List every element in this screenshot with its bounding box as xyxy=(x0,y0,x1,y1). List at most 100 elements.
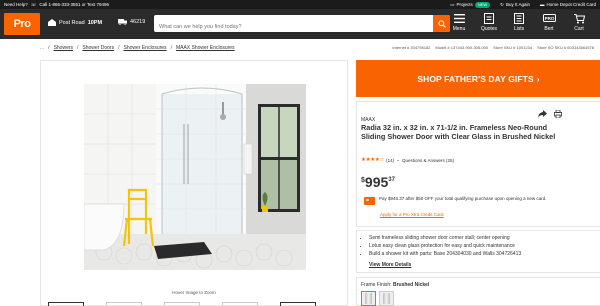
utility-bar: Need Help? ☏ Call 1-866-333-3551 or Text… xyxy=(0,0,600,9)
thumbnail-strip xyxy=(48,302,316,306)
pro-account-icon: PRO xyxy=(542,13,556,22)
finish-label-text: Frame Finish: xyxy=(361,282,392,288)
search-input[interactable] xyxy=(154,18,424,36)
menu-button[interactable]: Menu xyxy=(444,12,474,32)
finish-label: Frame Finish: Brushed Nickel xyxy=(361,282,429,288)
home-depot-pro-logo[interactable]: Pro xyxy=(4,13,40,35)
lists-label: Lists xyxy=(513,26,525,32)
review-count[interactable]: (14) xyxy=(386,158,394,163)
buy-again-link[interactable]: ↻ Buy It Again xyxy=(500,2,530,8)
header-nav: Menu Quotes Lists PRO Bert Cart xyxy=(444,12,594,32)
promo-label: SHOP FATHER'S DAY GIFTS xyxy=(417,73,534,84)
zoom-hint: Hover Image to Zoom xyxy=(172,290,216,295)
finish-swatch[interactable] xyxy=(379,291,394,306)
lists-button[interactable]: Lists xyxy=(504,12,534,32)
refresh-icon: ↻ xyxy=(500,1,504,7)
credit-offer: Pay $945.37 after $50 OFF your total qua… xyxy=(364,196,594,205)
store-selector[interactable]: Post Road 10PM xyxy=(48,19,102,26)
star-rating-icon[interactable]: ★★★★☆ xyxy=(361,157,384,163)
thumbnail[interactable] xyxy=(280,302,316,306)
text-number[interactable]: 79496 xyxy=(96,2,109,7)
delivery-zip[interactable]: 46219 xyxy=(118,19,145,25)
product-price: $ 995 37 xyxy=(361,175,395,190)
swatch-image xyxy=(383,293,390,304)
price-dollars: 995 xyxy=(364,174,389,190)
product-identifiers: Internet # 304798182 Model # 137443-900-… xyxy=(392,45,594,50)
need-help-text: Need Help? xyxy=(4,2,28,7)
cart-icon xyxy=(573,13,585,23)
thumbnail[interactable] xyxy=(106,302,142,306)
product-info-panel xyxy=(356,101,600,227)
quotes-icon xyxy=(484,13,494,24)
hamburger-icon xyxy=(453,14,465,23)
truck-icon xyxy=(118,19,127,25)
swatch-image xyxy=(365,293,372,304)
account-button[interactable]: PRO Bert xyxy=(534,12,564,32)
store-hours: 10PM xyxy=(87,19,103,26)
quotes-label: Quotes xyxy=(480,26,498,32)
folder-icon: ▭ xyxy=(450,1,455,7)
finish-value: Brushed Nickel xyxy=(392,282,430,288)
price-cents: 37 xyxy=(388,177,395,183)
product-image[interactable] xyxy=(84,84,306,270)
quotes-button[interactable]: Quotes xyxy=(474,12,504,32)
chevron-down-icon: ⌄ xyxy=(396,157,400,162)
breadcrumb-showers[interactable]: Showers xyxy=(54,45,73,51)
chevron-right-icon: › xyxy=(536,73,540,84)
store-icon xyxy=(48,19,56,26)
finish-swatch-brushed-nickel[interactable] xyxy=(361,291,376,306)
share-icon[interactable] xyxy=(538,110,547,118)
menu-label: Menu xyxy=(452,26,466,32)
site-header: Pro Post Road 10PM 46219 Menu Quotes Lis… xyxy=(0,9,600,39)
product-title: Radia 32 in. x 32 in. x 71-1/2 in. Frame… xyxy=(361,123,556,141)
zip-code: 46219 xyxy=(130,19,146,25)
svg-text:PRO: PRO xyxy=(544,15,554,20)
credit-card-label: Home Depot Credit Card xyxy=(546,2,596,7)
cart-button[interactable]: Cart xyxy=(564,12,594,32)
projects-label: Projects xyxy=(456,2,473,7)
search-bar xyxy=(154,15,450,36)
list-icon xyxy=(514,13,524,24)
store-sku: Store SKU # 1001234 xyxy=(493,45,533,50)
breadcrumb-separator: / xyxy=(118,45,120,51)
breadcrumb-ellipsis[interactable]: ... xyxy=(40,45,44,51)
breadcrumb-maax-enclosures[interactable]: MAAX Shower Enclosures xyxy=(176,45,235,51)
credit-card-icon xyxy=(364,197,375,205)
breadcrumb-shower-enclosures[interactable]: Shower Enclosures xyxy=(123,45,166,51)
breadcrumb: ... / Showers / Shower Doors / Shower En… xyxy=(40,45,235,51)
store-name: Post Road xyxy=(59,19,85,26)
credit-card-link[interactable]: ▬ Home Depot Credit Card xyxy=(540,2,596,7)
store-so-sku: Store SO SKU # 603143664578 xyxy=(537,45,594,50)
thumbnail[interactable] xyxy=(48,302,84,306)
buy-again-label: Buy It Again xyxy=(505,2,530,7)
phone-icon: ☏ xyxy=(30,1,37,7)
breadcrumb-separator: / xyxy=(48,45,50,51)
phone-number[interactable]: 1-866-333-3551 xyxy=(48,2,80,7)
projects-link[interactable]: ▭ Projects NEW xyxy=(450,1,491,8)
model-number: Model # 137443-900-305-000 xyxy=(435,45,489,50)
logo-text: Pro xyxy=(13,18,31,30)
breadcrumb-shower-doors[interactable]: Shower Doors xyxy=(82,45,114,51)
credit-offer-text: Pay $945.37 after $50 OFF your total qua… xyxy=(379,196,547,201)
highlight-item: Build a shower kit with parts: Base 2043… xyxy=(369,251,521,259)
view-more-details-link[interactable]: View More Details xyxy=(369,262,411,268)
cart-label: Cart xyxy=(574,26,584,32)
product-actions xyxy=(538,110,562,118)
shower-scene-illustration xyxy=(84,84,306,270)
highlight-item: Semi frameless sliding shower door corne… xyxy=(369,235,521,243)
questions-answers-link[interactable]: Questions & Answers (25) xyxy=(402,158,454,163)
call-label: Call xyxy=(39,2,48,7)
finish-swatches xyxy=(361,291,394,306)
breadcrumb-separator: / xyxy=(170,45,172,51)
new-badge: NEW xyxy=(474,1,491,8)
print-icon[interactable] xyxy=(554,110,562,118)
thumbnail[interactable] xyxy=(222,302,258,306)
thumbnail[interactable] xyxy=(164,302,200,306)
account-label: Bert xyxy=(544,26,554,32)
or-text-label: or Text xyxy=(81,2,96,7)
apply-credit-link[interactable]: Apply for a Pro Xtra Credit Card xyxy=(380,212,444,217)
rating-summary: ★★★★☆ (14) ⌄ Questions & Answers (25) xyxy=(361,157,454,163)
highlight-item: Lotus easy clean glass protection for ea… xyxy=(369,243,521,251)
internet-number: Internet # 304798182 xyxy=(392,45,431,50)
fathers-day-promo-banner[interactable]: SHOP FATHER'S DAY GIFTS › xyxy=(356,60,600,97)
